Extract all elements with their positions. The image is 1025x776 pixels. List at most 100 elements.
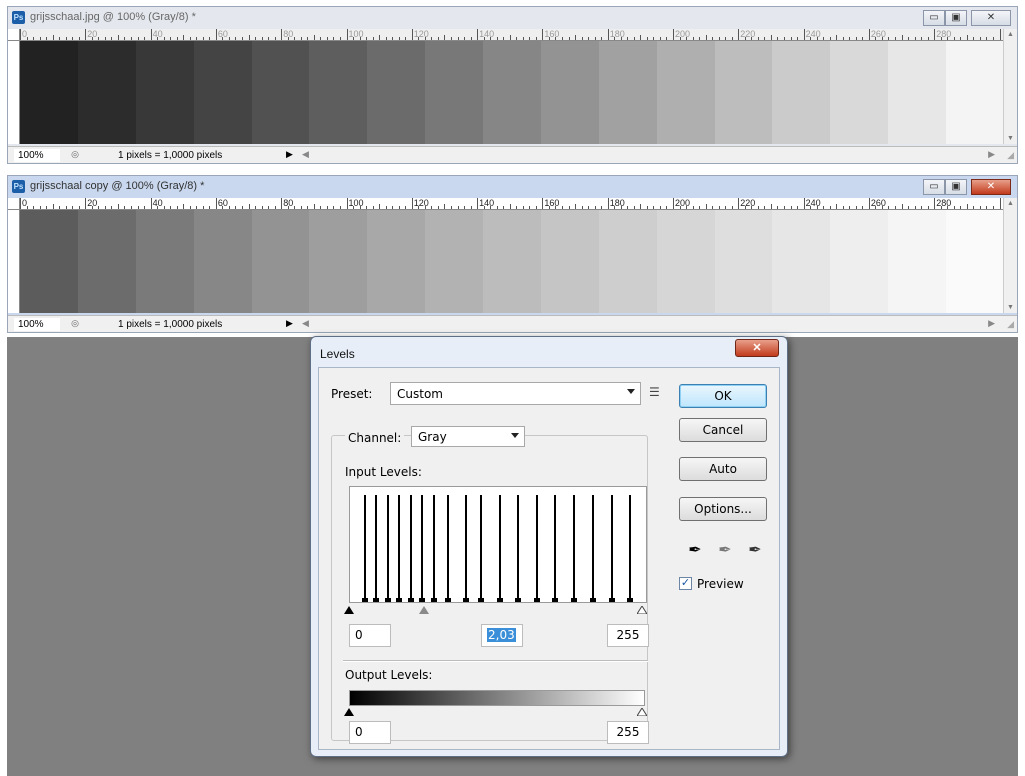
zoom-level-field[interactable]: 100% xyxy=(14,318,60,331)
ruler-tick xyxy=(242,37,244,40)
grayscale-canvas[interactable] xyxy=(20,210,1004,313)
input-white-field[interactable]: 255 xyxy=(607,624,649,647)
ruler-tick xyxy=(757,37,759,40)
ruler-tick xyxy=(85,29,87,40)
ruler-corner[interactable] xyxy=(8,198,20,210)
resize-grip-icon[interactable]: ◢ xyxy=(1007,150,1014,161)
ruler-tick xyxy=(248,35,250,40)
scroll-left-arrow-icon[interactable]: ◀ xyxy=(302,318,309,329)
histogram-bar-base xyxy=(571,598,577,602)
status-menu-arrow-icon[interactable]: ▶ xyxy=(286,318,293,329)
histogram-bar xyxy=(480,495,482,602)
input-gamma-handle[interactable] xyxy=(418,606,429,614)
preset-options-menu-icon[interactable]: ☰ xyxy=(649,385,660,399)
ruler-tick xyxy=(137,37,139,40)
scroll-left-arrow-icon[interactable]: ◀ xyxy=(302,149,309,160)
document-window-grijsschaal-copy[interactable]: Ps grijsschaal copy @ 100% (Gray/8) * ▭ … xyxy=(7,175,1018,333)
vertical-ruler[interactable] xyxy=(8,210,20,313)
input-gamma-field[interactable]: 2,03 xyxy=(481,624,523,647)
gray-strip xyxy=(367,210,426,313)
gray-strip xyxy=(193,41,252,144)
histogram-bar-base xyxy=(385,598,391,602)
status-info-icon[interactable]: ◎ xyxy=(68,318,82,330)
dialog-close-button[interactable]: ✕ xyxy=(735,339,779,357)
input-black-field[interactable]: 0 xyxy=(349,624,391,647)
ruler-tick xyxy=(666,206,668,209)
minimize-button[interactable]: ▭ xyxy=(923,10,945,26)
ruler-tick xyxy=(457,37,459,40)
ruler-tick xyxy=(705,35,707,40)
histogram-bar xyxy=(592,495,594,602)
status-menu-arrow-icon[interactable]: ▶ xyxy=(286,149,293,160)
ruler-tick xyxy=(320,206,322,209)
vertical-scrollbar[interactable]: ▲ ▼ xyxy=(1003,29,1017,144)
vertical-scrollbar[interactable]: ▲ ▼ xyxy=(1003,198,1017,313)
horizontal-ruler[interactable]: 0 20 40 60 80 100 120 140 160 180 200 220 240 260 280 xyxy=(20,198,1004,210)
ruler-tick xyxy=(836,204,838,209)
ruler-tick xyxy=(444,35,446,40)
cancel-button[interactable]: Cancel xyxy=(679,418,767,442)
ruler-tick xyxy=(673,29,674,40)
scroll-up-arrow-icon[interactable]: ▲ xyxy=(1007,31,1014,38)
input-black-point-handle[interactable] xyxy=(344,606,354,614)
histogram-bar xyxy=(517,495,519,602)
scroll-right-arrow-icon[interactable]: ▶ xyxy=(988,149,995,160)
preview-checkbox[interactable]: ✓ xyxy=(679,577,692,590)
status-info-icon[interactable]: ◎ xyxy=(68,149,82,161)
ruler-label: 220 xyxy=(740,198,756,208)
ruler-tick xyxy=(588,206,590,209)
white-eyedropper-icon[interactable]: ✒ xyxy=(746,540,764,560)
preset-dropdown[interactable]: Custom xyxy=(390,382,641,405)
output-black-point-handle[interactable] xyxy=(344,708,354,716)
minimize-button[interactable]: ▭ xyxy=(923,179,945,195)
close-button[interactable]: ✕ xyxy=(971,10,1011,26)
ruler-tick xyxy=(326,37,328,40)
output-white-field[interactable]: 255 xyxy=(607,721,649,744)
ruler-tick xyxy=(131,206,132,209)
restore-button[interactable]: ▣ xyxy=(945,179,967,195)
ruler-tick xyxy=(901,35,903,40)
document-titlebar[interactable]: Ps grijsschaal.jpg @ 100% (Gray/8) * ▭ ▣… xyxy=(8,7,1017,29)
gray-strip xyxy=(20,210,78,313)
black-eyedropper-icon[interactable]: ✒ xyxy=(686,540,704,560)
grayscale-canvas[interactable] xyxy=(20,41,1004,144)
ok-button[interactable]: OK xyxy=(679,384,767,408)
ruler-label: 0 xyxy=(22,29,28,39)
gray-eyedropper-icon[interactable]: ✒ xyxy=(716,540,734,560)
horizontal-ruler[interactable]: 0 20 40 60 80 100 120 140 160 180 200 220 240 260 280 xyxy=(20,29,1004,41)
histogram-bar xyxy=(629,495,631,602)
gray-strip xyxy=(483,210,541,313)
ruler-tick xyxy=(228,206,230,209)
scroll-down-arrow-icon[interactable]: ▼ xyxy=(1007,135,1014,142)
auto-button[interactable]: Auto xyxy=(679,457,767,481)
ruler-tick xyxy=(20,29,21,40)
close-button[interactable]: ✕ xyxy=(971,179,1011,195)
histogram-bar-base xyxy=(431,598,437,602)
ruler-tick xyxy=(633,206,635,209)
zoom-level-field[interactable]: 100% xyxy=(14,149,60,162)
ruler-corner[interactable] xyxy=(8,29,20,41)
input-white-point-handle[interactable] xyxy=(637,606,647,614)
ruler-label: 160 xyxy=(544,29,560,39)
scroll-right-arrow-icon[interactable]: ▶ xyxy=(988,318,995,329)
channel-dropdown[interactable]: Gray xyxy=(411,426,525,447)
ruler-tick xyxy=(72,37,74,40)
document-window-grijsschaal[interactable]: Ps grijsschaal.jpg @ 100% (Gray/8) * ▭ ▣… xyxy=(7,6,1018,164)
restore-button[interactable]: ▣ xyxy=(945,10,967,26)
vertical-ruler[interactable] xyxy=(8,41,20,144)
output-levels-slider[interactable] xyxy=(344,708,647,720)
output-white-point-handle[interactable] xyxy=(637,708,647,716)
photoshop-icon: Ps xyxy=(12,180,25,193)
scroll-up-arrow-icon[interactable]: ▲ xyxy=(1007,200,1014,207)
resize-grip-icon[interactable]: ◢ xyxy=(1007,319,1014,330)
document-titlebar[interactable]: Ps grijsschaal copy @ 100% (Gray/8) * ▭ … xyxy=(8,176,1017,198)
ruler-tick xyxy=(176,206,178,209)
ruler-tick xyxy=(98,206,100,209)
ruler-tick xyxy=(888,206,890,209)
output-black-field[interactable]: 0 xyxy=(349,721,391,744)
scroll-down-arrow-icon[interactable]: ▼ xyxy=(1007,304,1014,311)
ruler-tick xyxy=(457,206,459,209)
input-levels-slider[interactable] xyxy=(344,606,647,618)
options-button[interactable]: Options... xyxy=(679,497,767,521)
histogram-bar-base xyxy=(408,598,414,602)
